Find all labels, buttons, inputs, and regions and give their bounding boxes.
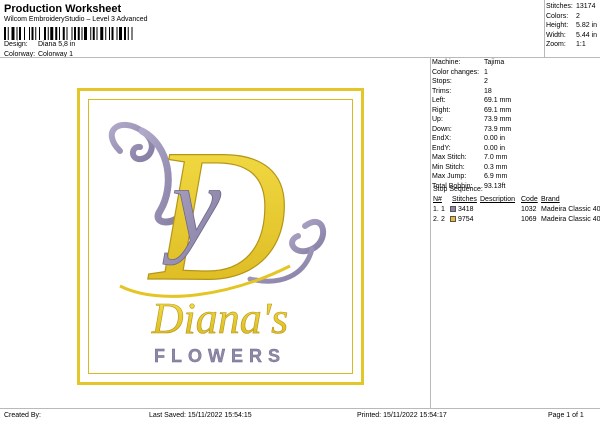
machine-detail-row: Trims: 18 xyxy=(432,87,600,97)
detail-label: Up: xyxy=(432,116,443,123)
row-index: 1. xyxy=(433,206,439,213)
detail-value: 0.00 in xyxy=(484,144,506,152)
detail-label: Trims: xyxy=(432,87,452,95)
detail-label: Down: xyxy=(432,125,452,133)
detail-value: 0.00 in xyxy=(484,135,506,142)
worksheet-title: Production Worksheet xyxy=(4,3,122,15)
lavender-flourish-right xyxy=(289,218,327,255)
machine-detail-row: Min Stitch: 0.3 mm xyxy=(432,163,600,173)
detail-value: 18 xyxy=(484,87,492,95)
detail-label: Left: xyxy=(432,97,446,104)
machine-detail-row: Max Jump: 6.9 mm xyxy=(432,172,600,182)
stop-sequence-row: 1. 1 3418 1032 Madeira Classic 40 xyxy=(433,206,600,215)
row-stitches: 1069 xyxy=(521,216,537,223)
colors-value: 2 xyxy=(576,12,580,20)
width-value: 5.44 in xyxy=(576,31,598,39)
col-n: N# xyxy=(433,196,442,203)
detail-label: Machine: xyxy=(432,59,461,66)
detail-label: Max Jump: xyxy=(432,173,467,180)
detail-value: 7.0 mm xyxy=(484,154,508,161)
row-index: 2. xyxy=(433,216,439,223)
detail-value: 2 xyxy=(484,78,488,85)
height-label: Height: xyxy=(546,22,569,29)
detail-label: Max Stitch: xyxy=(432,154,467,161)
detail-label: Right: xyxy=(432,106,451,114)
detail-label: Color changes: xyxy=(432,68,480,76)
stitches-value: 13174 xyxy=(576,3,596,10)
col-stitches: Stitches xyxy=(452,196,477,203)
detail-value: 73.9 mm xyxy=(484,116,512,123)
detail-label: Min Stitch: xyxy=(432,163,465,171)
detail-value: 73.9 mm xyxy=(484,125,512,133)
zoom-value: 1:1 xyxy=(576,41,586,48)
detail-value: Tajima xyxy=(484,59,505,66)
panel-divider xyxy=(430,57,431,409)
detail-label: Stops: xyxy=(432,78,452,85)
stop-sequence-header: N# Stitches Description Code Brand xyxy=(433,196,600,205)
row-stitches: 1032 xyxy=(521,206,537,213)
design-value: Diana 5,8 in xyxy=(37,41,76,48)
machine-detail-row: Color changes: 1 xyxy=(432,68,600,78)
machine-detail-row: Right: 69.1 mm xyxy=(432,106,600,116)
page-number: Page 1 of 1 xyxy=(548,412,584,419)
colors-label: Colors: xyxy=(546,12,569,20)
design-name-script: Diana's xyxy=(151,294,289,343)
detail-value: 93.13ft xyxy=(484,182,506,190)
machine-detail-row: Machine: Tajima xyxy=(432,58,600,68)
software-name: Wilcom EmbroideryStudio – Level 3 Advanc… xyxy=(4,16,148,23)
detail-value: 0.3 mm xyxy=(484,163,508,171)
stop-sequence-title: Stop Sequence: xyxy=(433,186,483,193)
machine-detail-row: Up: 73.9 mm xyxy=(432,115,600,125)
zoom-label: Zoom: xyxy=(546,41,566,48)
design-name-row: Design: Diana 5,8 in xyxy=(4,41,75,48)
height-value: 5.82 in xyxy=(576,22,598,29)
printed-date: Printed: 15/11/2022 15:54:17 xyxy=(357,412,447,419)
stop-sequence-row: 2. 2 9754 1069 Madeira Classic 40 xyxy=(433,216,600,225)
stitches-label: Stitches: xyxy=(546,3,573,10)
detail-label: EndY: xyxy=(432,144,451,152)
row-brand: Madeira Classic 40 xyxy=(541,206,600,213)
summary-divider xyxy=(544,0,545,57)
row-thread-code: 9754 xyxy=(458,216,474,223)
last-saved: Last Saved: 15/11/2022 15:54:15 xyxy=(149,412,252,419)
created-by: Created By: xyxy=(4,412,41,419)
barcode xyxy=(4,27,133,40)
row-n: 1 xyxy=(441,206,445,213)
embroidery-design-preview: D y Diana's FLOWERS xyxy=(108,110,327,366)
row-thread-code: 3418 xyxy=(458,206,474,213)
machine-details: Machine: Tajima Color changes: 1 Stops: 2 Trim… xyxy=(432,58,600,191)
footer-divider xyxy=(0,408,600,409)
col-code: Code xyxy=(521,196,538,203)
design-label: Design: xyxy=(4,41,28,48)
row-brand: Madeira Classic 40 xyxy=(541,216,600,223)
machine-detail-row: Max Stitch: 7.0 mm xyxy=(432,153,600,163)
thread-color-swatch xyxy=(450,206,456,212)
detail-value: 69.1 mm xyxy=(484,97,512,104)
thread-color-swatch xyxy=(450,216,456,222)
summary-stats: Stitches: 13174 Colors: 2 Height: 5.82 in W… xyxy=(546,2,597,50)
machine-detail-row: Down: 73.9 mm xyxy=(432,125,600,135)
detail-label: EndX: xyxy=(432,135,452,142)
detail-value: 1 xyxy=(484,68,488,76)
machine-detail-row: EndX: 0.00 in xyxy=(432,134,600,144)
col-description: Description xyxy=(480,196,516,203)
detail-value: 6.9 mm xyxy=(484,173,508,180)
machine-detail-row: Stops: 2 xyxy=(432,77,600,87)
row-n: 2 xyxy=(441,216,445,223)
machine-detail-row: Left: 69.1 mm xyxy=(432,96,600,106)
detail-value: 69.1 mm xyxy=(484,106,512,114)
machine-detail-row: EndY: 0.00 in xyxy=(432,144,600,154)
col-brand: Brand xyxy=(541,196,560,203)
tagline-flowers: FLOWERS xyxy=(154,346,286,366)
width-label: Width: xyxy=(546,31,566,39)
